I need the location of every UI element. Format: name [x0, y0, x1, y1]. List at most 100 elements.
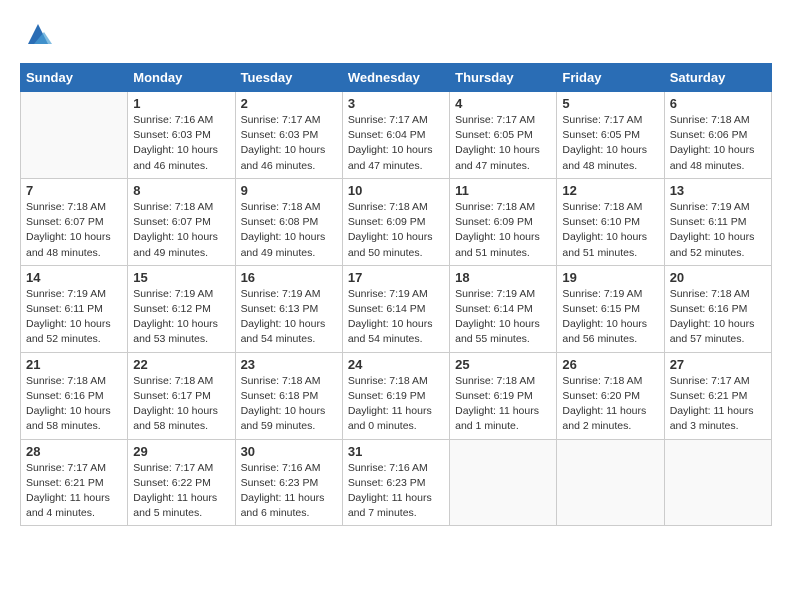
- day-info: Sunrise: 7:18 AMSunset: 6:08 PMDaylight:…: [241, 200, 337, 261]
- day-number: 8: [133, 183, 229, 198]
- day-info: Sunrise: 7:17 AMSunset: 6:03 PMDaylight:…: [241, 113, 337, 174]
- day-header-tuesday: Tuesday: [235, 64, 342, 92]
- day-cell: 15 Sunrise: 7:19 AMSunset: 6:12 PMDayligh…: [128, 265, 235, 352]
- day-cell: [557, 439, 664, 526]
- day-info: Sunrise: 7:18 AMSunset: 6:09 PMDaylight:…: [455, 200, 551, 261]
- day-info: Sunrise: 7:19 AMSunset: 6:11 PMDaylight:…: [26, 287, 122, 348]
- page-header: [20, 20, 772, 53]
- day-info: Sunrise: 7:19 AMSunset: 6:13 PMDaylight:…: [241, 287, 337, 348]
- day-cell: 22 Sunrise: 7:18 AMSunset: 6:17 PMDayligh…: [128, 352, 235, 439]
- day-info: Sunrise: 7:19 AMSunset: 6:14 PMDaylight:…: [455, 287, 551, 348]
- day-number: 21: [26, 357, 122, 372]
- day-cell: 4 Sunrise: 7:17 AMSunset: 6:05 PMDaylight…: [450, 92, 557, 179]
- day-info: Sunrise: 7:18 AMSunset: 6:20 PMDaylight:…: [562, 374, 658, 435]
- day-number: 12: [562, 183, 658, 198]
- day-number: 25: [455, 357, 551, 372]
- day-cell: 2Sunrise: 7:17 AMSunset: 6:03 PMDaylight…: [235, 92, 342, 179]
- day-header-wednesday: Wednesday: [342, 64, 449, 92]
- day-cell: 17Sunrise: 7:19 AMSunset: 6:14 PMDayligh…: [342, 265, 449, 352]
- day-info: Sunrise: 7:18 AMSunset: 6:16 PMDaylight:…: [670, 287, 766, 348]
- logo-text: [20, 20, 52, 53]
- day-info: Sunrise: 7:17 AMSunset: 6:05 PMDaylight:…: [562, 113, 658, 174]
- day-number: 13: [670, 183, 766, 198]
- day-number: 24: [348, 357, 444, 372]
- day-number: 19: [562, 270, 658, 285]
- day-cell: 3Sunrise: 7:17 AMSunset: 6:04 PMDaylight…: [342, 92, 449, 179]
- day-number: 20: [670, 270, 766, 285]
- day-number: 30: [241, 444, 337, 459]
- day-number: 1: [133, 96, 229, 111]
- day-cell: 1 Sunrise: 7:16 AMSunset: 6:03 PMDaylight…: [128, 92, 235, 179]
- day-cell: 19Sunrise: 7:19 AMSunset: 6:15 PMDayligh…: [557, 265, 664, 352]
- day-cell: 21 Sunrise: 7:18 AMSunset: 6:16 PMDayligh…: [21, 352, 128, 439]
- day-number: 16: [241, 270, 337, 285]
- week-row-5: 28 Sunrise: 7:17 AMSunset: 6:21 PMDayligh…: [21, 439, 772, 526]
- day-info: Sunrise: 7:19 AMSunset: 6:11 PMDaylight:…: [670, 200, 766, 261]
- day-info: Sunrise: 7:18 AMSunset: 6:18 PMDaylight:…: [241, 374, 337, 435]
- day-info: Sunrise: 7:18 AMSunset: 6:07 PMDaylight:…: [133, 200, 229, 261]
- day-cell: 13 Sunrise: 7:19 AMSunset: 6:11 PMDayligh…: [664, 178, 771, 265]
- day-cell: 27Sunrise: 7:17 AMSunset: 6:21 PMDayligh…: [664, 352, 771, 439]
- day-cell: [21, 92, 128, 179]
- day-info: Sunrise: 7:17 AMSunset: 6:21 PMDaylight:…: [670, 374, 766, 435]
- day-number: 23: [241, 357, 337, 372]
- day-cell: 25 Sunrise: 7:18 AMSunset: 6:19 PMDayligh…: [450, 352, 557, 439]
- days-header-row: SundayMondayTuesdayWednesdayThursdayFrid…: [21, 64, 772, 92]
- day-info: Sunrise: 7:19 AMSunset: 6:12 PMDaylight:…: [133, 287, 229, 348]
- day-info: Sunrise: 7:18 AMSunset: 6:17 PMDaylight:…: [133, 374, 229, 435]
- day-cell: 14 Sunrise: 7:19 AMSunset: 6:11 PMDayligh…: [21, 265, 128, 352]
- day-cell: 6Sunrise: 7:18 AMSunset: 6:06 PMDaylight…: [664, 92, 771, 179]
- day-info: Sunrise: 7:18 AMSunset: 6:19 PMDaylight:…: [455, 374, 551, 435]
- day-cell: 24 Sunrise: 7:18 AMSunset: 6:19 PMDayligh…: [342, 352, 449, 439]
- day-cell: [450, 439, 557, 526]
- day-number: 29: [133, 444, 229, 459]
- day-number: 4: [455, 96, 551, 111]
- day-number: 31: [348, 444, 444, 459]
- day-info: Sunrise: 7:16 AMSunset: 6:03 PMDaylight:…: [133, 113, 229, 174]
- day-info: Sunrise: 7:18 AMSunset: 6:09 PMDaylight:…: [348, 200, 444, 261]
- logo: [20, 20, 52, 53]
- day-cell: 9Sunrise: 7:18 AMSunset: 6:08 PMDaylight…: [235, 178, 342, 265]
- day-cell: 30Sunrise: 7:16 AMSunset: 6:23 PMDayligh…: [235, 439, 342, 526]
- day-info: Sunrise: 7:17 AMSunset: 6:21 PMDaylight:…: [26, 461, 122, 522]
- logo-icon: [24, 20, 52, 48]
- day-info: Sunrise: 7:17 AMSunset: 6:05 PMDaylight:…: [455, 113, 551, 174]
- day-number: 3: [348, 96, 444, 111]
- day-info: Sunrise: 7:16 AMSunset: 6:23 PMDaylight:…: [348, 461, 444, 522]
- calendar-body: 1 Sunrise: 7:16 AMSunset: 6:03 PMDaylight…: [21, 92, 772, 526]
- day-info: Sunrise: 7:18 AMSunset: 6:19 PMDaylight:…: [348, 374, 444, 435]
- day-cell: 12 Sunrise: 7:18 AMSunset: 6:10 PMDayligh…: [557, 178, 664, 265]
- day-cell: 8 Sunrise: 7:18 AMSunset: 6:07 PMDaylight…: [128, 178, 235, 265]
- day-cell: 26 Sunrise: 7:18 AMSunset: 6:20 PMDayligh…: [557, 352, 664, 439]
- day-cell: 29Sunrise: 7:17 AMSunset: 6:22 PMDayligh…: [128, 439, 235, 526]
- day-cell: 7Sunrise: 7:18 AMSunset: 6:07 PMDaylight…: [21, 178, 128, 265]
- day-number: 26: [562, 357, 658, 372]
- week-row-2: 7Sunrise: 7:18 AMSunset: 6:07 PMDaylight…: [21, 178, 772, 265]
- day-cell: 23 Sunrise: 7:18 AMSunset: 6:18 PMDayligh…: [235, 352, 342, 439]
- day-header-thursday: Thursday: [450, 64, 557, 92]
- day-cell: 31 Sunrise: 7:16 AMSunset: 6:23 PMDayligh…: [342, 439, 449, 526]
- day-cell: 11 Sunrise: 7:18 AMSunset: 6:09 PMDayligh…: [450, 178, 557, 265]
- week-row-3: 14 Sunrise: 7:19 AMSunset: 6:11 PMDayligh…: [21, 265, 772, 352]
- day-cell: 28 Sunrise: 7:17 AMSunset: 6:21 PMDayligh…: [21, 439, 128, 526]
- day-number: 11: [455, 183, 551, 198]
- day-header-saturday: Saturday: [664, 64, 771, 92]
- week-row-4: 21 Sunrise: 7:18 AMSunset: 6:16 PMDayligh…: [21, 352, 772, 439]
- day-number: 28: [26, 444, 122, 459]
- day-number: 14: [26, 270, 122, 285]
- day-info: Sunrise: 7:18 AMSunset: 6:10 PMDaylight:…: [562, 200, 658, 261]
- day-number: 17: [348, 270, 444, 285]
- day-header-sunday: Sunday: [21, 64, 128, 92]
- day-header-friday: Friday: [557, 64, 664, 92]
- day-info: Sunrise: 7:18 AMSunset: 6:16 PMDaylight:…: [26, 374, 122, 435]
- day-cell: 20 Sunrise: 7:18 AMSunset: 6:16 PMDayligh…: [664, 265, 771, 352]
- day-cell: 10Sunrise: 7:18 AMSunset: 6:09 PMDayligh…: [342, 178, 449, 265]
- day-number: 18: [455, 270, 551, 285]
- day-number: 22: [133, 357, 229, 372]
- day-cell: [664, 439, 771, 526]
- day-info: Sunrise: 7:18 AMSunset: 6:07 PMDaylight:…: [26, 200, 122, 261]
- day-number: 15: [133, 270, 229, 285]
- day-number: 5: [562, 96, 658, 111]
- day-cell: 5 Sunrise: 7:17 AMSunset: 6:05 PMDaylight…: [557, 92, 664, 179]
- calendar-table: SundayMondayTuesdayWednesdayThursdayFrid…: [20, 63, 772, 526]
